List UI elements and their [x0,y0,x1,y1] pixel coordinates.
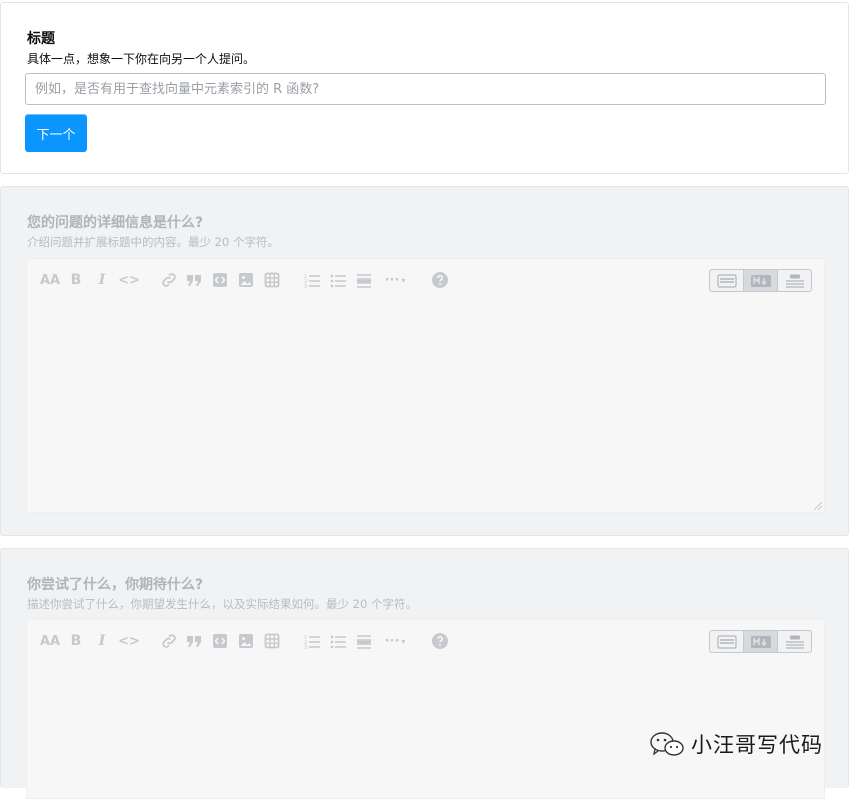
image-icon[interactable] [236,269,256,291]
unordered-list-icon[interactable] [328,269,348,291]
tried-editor[interactable]: AA B I <> 1 2 3 ··· ▾ [26,619,825,799]
heading-glyph: AA [39,633,61,649]
link-icon[interactable] [159,630,179,652]
code-icon[interactable]: <> [117,630,141,652]
markdown-mode-icon[interactable] [744,631,778,652]
ordered-list-icon[interactable]: 123 [302,630,322,652]
horizontal-rule-icon[interactable] [354,269,374,291]
details-editor[interactable]: AA B I <> 1 2 3 ··· ▾ [26,258,825,513]
italic-glyph: I [98,633,106,649]
horizontal-rule-icon[interactable] [354,630,374,652]
blockquote-icon[interactable] [184,269,204,291]
code-glyph: <> [118,272,140,288]
table-icon[interactable] [262,630,282,652]
details-description: 介绍问题并扩展标题中的内容。最少 20 个字符。 [27,235,279,249]
italic-glyph: I [98,272,106,288]
link-icon[interactable] [159,269,179,291]
watermark: 小汪哥写代码 [649,729,823,759]
italic-icon[interactable]: I [92,630,112,652]
italic-icon[interactable]: I [92,269,112,291]
code-snippet-icon[interactable] [210,269,230,291]
preview-mode-icon[interactable] [778,270,811,291]
bold-icon[interactable]: B [66,269,86,291]
editor-mode-toggle [709,269,812,292]
wechat-icon [650,732,684,756]
ordered-list-icon[interactable]: 123 [302,269,322,291]
code-icon[interactable]: <> [117,269,141,291]
rich-text-mode-icon[interactable] [710,631,744,652]
details-card: 您的问题的详细信息是什么? 介绍问题并扩展标题中的内容。最少 20 个字符。 A… [0,186,849,536]
help-icon[interactable] [430,630,450,652]
svg-text:3: 3 [304,284,307,289]
caret-down-icon: ▾ [401,275,406,285]
title-description: 具体一点，想象一下你在向另一个人提问。 [27,52,256,66]
more-glyph: ··· [384,633,400,649]
unordered-list-icon[interactable] [328,630,348,652]
next-button[interactable]: 下一个 [25,114,87,152]
caret-down-icon: ▾ [401,636,406,646]
title-label: 标题 [27,31,55,47]
table-icon[interactable] [262,269,282,291]
more-icon[interactable]: ··· ▾ [380,269,410,291]
tried-description: 描述你尝试了什么，你期望发生什么，以及实际结果如何。最少 20 个字符。 [27,597,417,611]
image-icon[interactable] [236,630,256,652]
blockquote-icon[interactable] [184,630,204,652]
watermark-text: 小汪哥写代码 [691,733,823,757]
bold-glyph: B [70,272,82,288]
markdown-mode-icon[interactable] [744,270,778,291]
rich-text-mode-icon[interactable] [710,270,744,291]
preview-mode-icon[interactable] [778,631,811,652]
heading-glyph: AA [39,272,61,288]
code-glyph: <> [118,633,140,649]
details-title: 您的问题的详细信息是什么? [27,215,204,231]
bold-glyph: B [70,633,82,649]
title-card: 标题 具体一点，想象一下你在向另一个人提问。 下一个 [0,2,849,174]
heading-icon[interactable]: AA [39,630,61,652]
svg-text:3: 3 [304,645,307,650]
editor-mode-toggle [709,630,812,653]
resize-handle[interactable] [814,502,822,510]
title-input[interactable] [25,73,826,105]
help-icon[interactable] [430,269,450,291]
code-snippet-icon[interactable] [210,630,230,652]
more-icon[interactable]: ··· ▾ [380,630,410,652]
bold-icon[interactable]: B [66,630,86,652]
tried-title: 你尝试了什么，你期待什么? [27,577,204,593]
heading-icon[interactable]: AA [39,269,61,291]
more-glyph: ··· [384,272,400,288]
